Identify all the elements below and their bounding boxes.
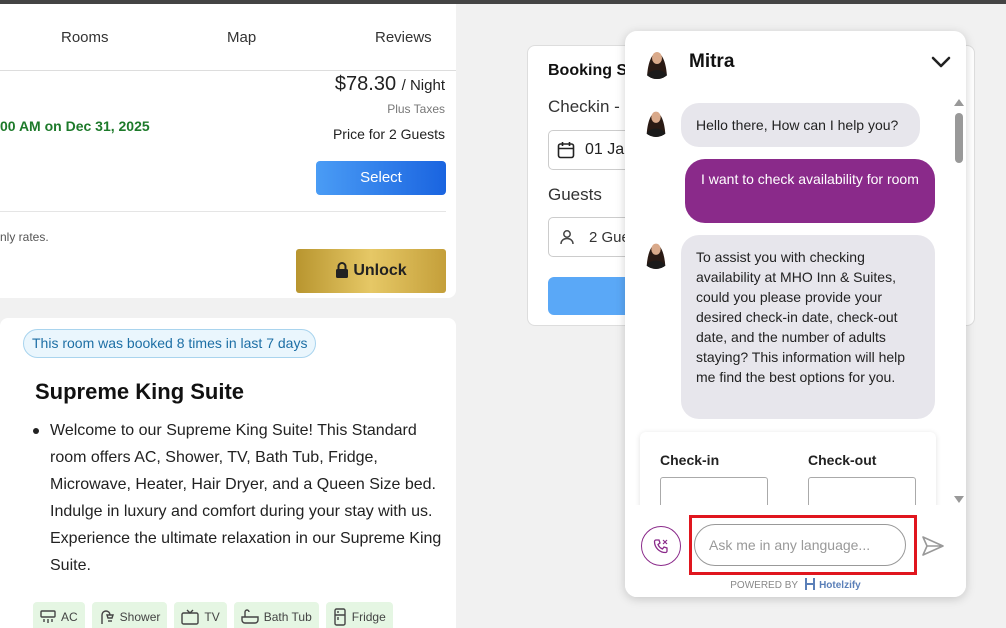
phone-icon [653,539,668,554]
plus-taxes-note: Plus Taxes [387,102,445,116]
collapse-chat-button[interactable] [930,53,952,71]
tab-rooms[interactable]: Rooms [61,29,109,46]
booked-count-badge: This room was booked 8 times in last 7 d… [23,329,317,358]
tab-map[interactable]: Map [227,29,256,46]
rate-panel: Rooms Map Reviews $78.30 / Night Plus Ta… [0,4,456,298]
member-rates-note: nly rates. [0,230,49,244]
chat-message-input[interactable] [694,524,906,566]
amenity-label: Shower [119,610,161,624]
hotelzify-logo-icon [805,578,816,590]
price-unit: / Night [401,77,445,94]
amenity-ac: AC [33,602,85,628]
amenity-tv: TV [174,602,227,628]
rate-price: $78.30 / Night [335,73,445,96]
checkin-label: Checkin - ( [548,97,631,116]
cancellation-date: 00 AM on Dec 31, 2025 [0,118,150,134]
chat-footer: POWERED BY Hotelzify [625,505,966,597]
agent-avatar [641,45,673,79]
tv-icon [181,609,200,625]
person-icon [560,230,574,245]
calendar-icon [557,142,575,159]
amenity-label: Bath Tub [263,610,312,624]
bathtub-icon [241,609,259,624]
room-title: Supreme King Suite [35,379,245,404]
powered-by: POWERED BY Hotelzify [625,577,966,591]
chevron-down-icon [931,56,951,68]
agent-avatar [641,105,671,137]
booking-summary-title: Booking S [548,62,628,79]
tab-reviews[interactable]: Reviews [375,29,432,46]
chat-header: Mitra [625,31,966,93]
select-button[interactable]: Select [316,161,446,195]
amenity-label: AC [61,610,78,624]
form-checkin-label: Check-in [660,452,720,468]
scroll-thumb[interactable] [955,113,963,163]
amenity-label: Fridge [351,610,386,624]
room-card: This room was booked 8 times in last 7 d… [0,318,456,628]
bot-message: Hello there, How can I help you? [681,103,920,147]
unlock-button[interactable]: Unlock [296,249,446,293]
amenity-list: AC Shower TV Bath Tub Fridge [33,602,393,628]
lock-icon [336,262,349,278]
powered-by-label: POWERED BY [730,580,799,591]
amenity-label: TV [204,610,220,624]
ac-icon [40,610,56,623]
powered-by-brand: Hotelzify [819,580,861,591]
unlock-label: Unlock [353,262,407,279]
price-value: $78.30 [334,73,397,95]
user-message: I want to check availability for room [685,159,935,223]
scroll-up-arrow[interactable] [954,99,964,106]
bot-message: To assist you with checking availability… [681,235,935,419]
checkin-date-value: 01 Jar [585,141,630,158]
amenity-shower: Shower [91,602,168,628]
chat-widget: Mitra Hello there, How can I help you? I… [625,31,966,597]
amenity-bathtub: Bath Tub [233,602,319,628]
price-guests-note: Price for 2 Guests [332,126,445,142]
agent-avatar [641,237,671,269]
scroll-down-arrow[interactable] [954,496,964,503]
date-picker-form: Check-in Check-out [640,432,936,512]
shower-icon [100,610,114,624]
divider [0,211,446,212]
fridge-icon [334,608,346,626]
room-description: Welcome to our Supreme King Suite! This … [33,417,454,579]
call-button[interactable] [641,526,681,566]
form-checkout-label: Check-out [808,452,877,468]
guests-value: 2 Gue [589,229,630,246]
guests-label: Guests [548,185,602,204]
amenity-fridge: Fridge [325,602,393,628]
room-nav-tabs: Rooms Map Reviews [0,4,456,71]
send-button[interactable] [921,534,945,558]
chat-scrollbar[interactable] [953,99,964,503]
agent-name: Mitra [689,51,735,72]
send-icon [922,536,944,556]
